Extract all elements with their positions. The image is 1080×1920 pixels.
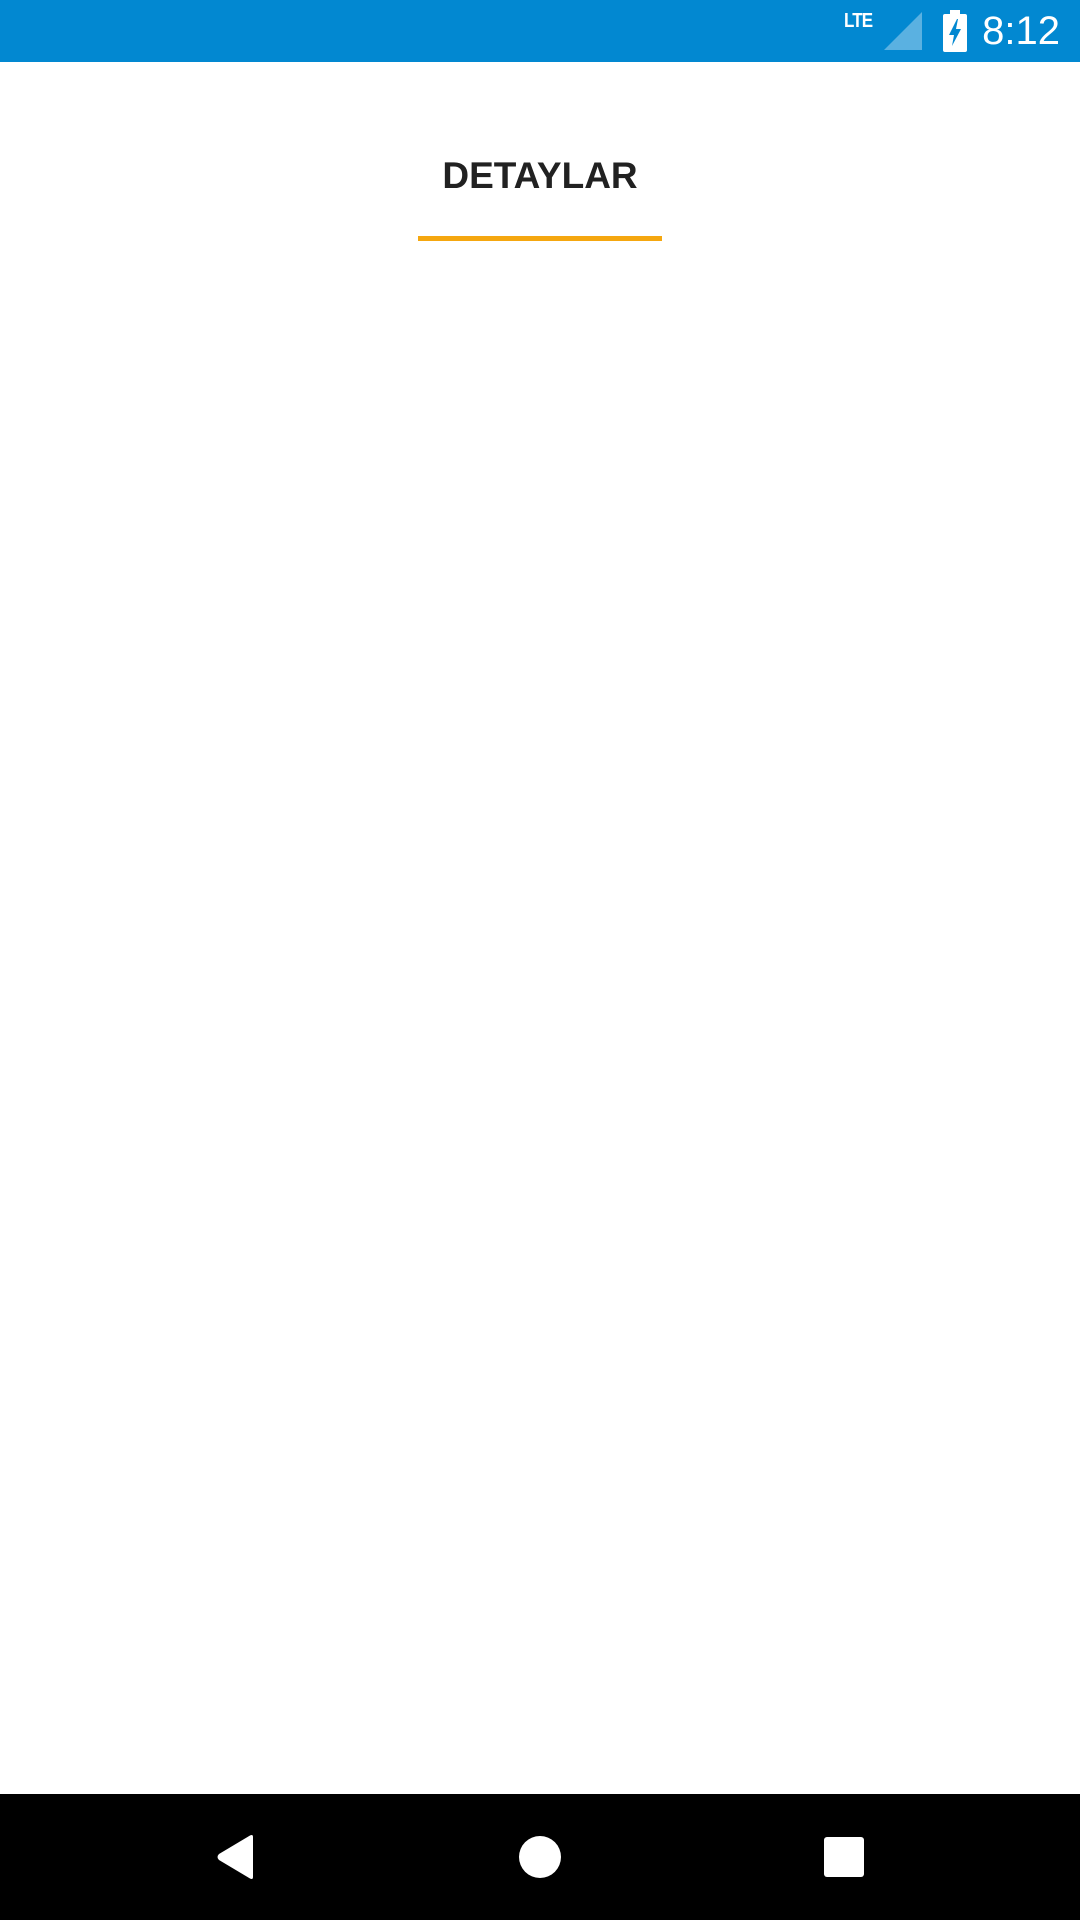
- app-screen: LTE 8:12 DETAYLAR: [0, 0, 1080, 1920]
- tab-label: DETAYLAR: [442, 155, 638, 196]
- status-bar: LTE 8:12: [0, 0, 1080, 62]
- tab-bar: DETAYLAR: [0, 62, 1080, 242]
- status-clock: 8:12: [982, 9, 1060, 53]
- tab-selected-indicator: [418, 236, 662, 241]
- tab-content-area: [0, 242, 1080, 1794]
- navigation-bar: [0, 1794, 1080, 1920]
- recents-button[interactable]: [764, 1794, 924, 1920]
- battery-charging-icon: [942, 10, 968, 52]
- network-type-label: LTE: [843, 10, 873, 32]
- signal-icon: [884, 12, 922, 50]
- home-button[interactable]: [460, 1794, 620, 1920]
- tab-detaylar[interactable]: DETAYLAR: [418, 62, 662, 242]
- back-button[interactable]: [156, 1794, 316, 1920]
